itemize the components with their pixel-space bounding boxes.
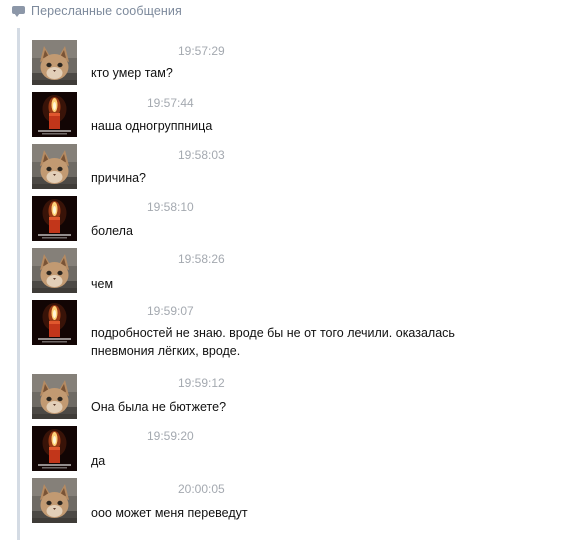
message-line: Она была не бютжете? bbox=[91, 400, 227, 414]
message-line: кто умер там? bbox=[91, 66, 173, 80]
message-text: ооо может меня переведут bbox=[91, 504, 248, 522]
avatar[interactable] bbox=[32, 478, 77, 523]
message-timestamp[interactable]: 19:59:07 bbox=[147, 304, 194, 318]
avatar[interactable] bbox=[32, 196, 77, 241]
message-timestamp[interactable]: 19:58:26 bbox=[178, 252, 225, 266]
message-timestamp[interactable]: 19:59:12 bbox=[178, 376, 225, 390]
message-text: наша одногруппница bbox=[91, 117, 212, 135]
avatar[interactable] bbox=[32, 300, 77, 345]
avatar[interactable] bbox=[32, 248, 77, 293]
message-timestamp[interactable]: 19:57:44 bbox=[147, 96, 194, 110]
message-line: подробностей не знаю. вроде бы не от тог… bbox=[91, 326, 455, 340]
message-line: причина? bbox=[91, 171, 147, 185]
message-text: болела bbox=[91, 222, 133, 240]
message-icon bbox=[12, 5, 25, 17]
message-timestamp[interactable]: 19:58:10 bbox=[147, 200, 194, 214]
message-timestamp[interactable]: 20:00:05 bbox=[178, 482, 225, 496]
message-text: кто умер там? bbox=[91, 64, 173, 82]
forwarded-messages-title: Пересланные сообщения bbox=[31, 4, 182, 18]
message-line: наша одногруппница bbox=[91, 119, 213, 133]
message-line: пневмония лёгких, вроде. bbox=[91, 344, 241, 358]
avatar[interactable] bbox=[32, 92, 77, 137]
avatar[interactable] bbox=[32, 426, 77, 471]
message-timestamp[interactable]: 19:59:20 bbox=[147, 429, 194, 443]
avatar[interactable] bbox=[32, 374, 77, 419]
message-line: ооо может меня переведут bbox=[91, 506, 248, 520]
forwarded-messages-header: Пересланные сообщения bbox=[12, 2, 182, 20]
message-text: Она была не бютжете? bbox=[91, 398, 226, 416]
forwarded-thread-line bbox=[17, 28, 20, 540]
message-line: болела bbox=[91, 224, 133, 238]
message-text: да bbox=[91, 452, 105, 470]
message-text: причина? bbox=[91, 169, 146, 187]
message-line: да bbox=[91, 454, 106, 468]
message-text: чем bbox=[91, 275, 113, 293]
message-text: подробностей не знаю. вроде бы не от тог… bbox=[91, 324, 455, 360]
avatar[interactable] bbox=[32, 144, 77, 189]
avatar[interactable] bbox=[32, 40, 77, 85]
message-timestamp[interactable]: 19:57:29 bbox=[178, 44, 225, 58]
message-timestamp[interactable]: 19:58:03 bbox=[178, 148, 225, 162]
message-line: чем bbox=[91, 277, 114, 291]
